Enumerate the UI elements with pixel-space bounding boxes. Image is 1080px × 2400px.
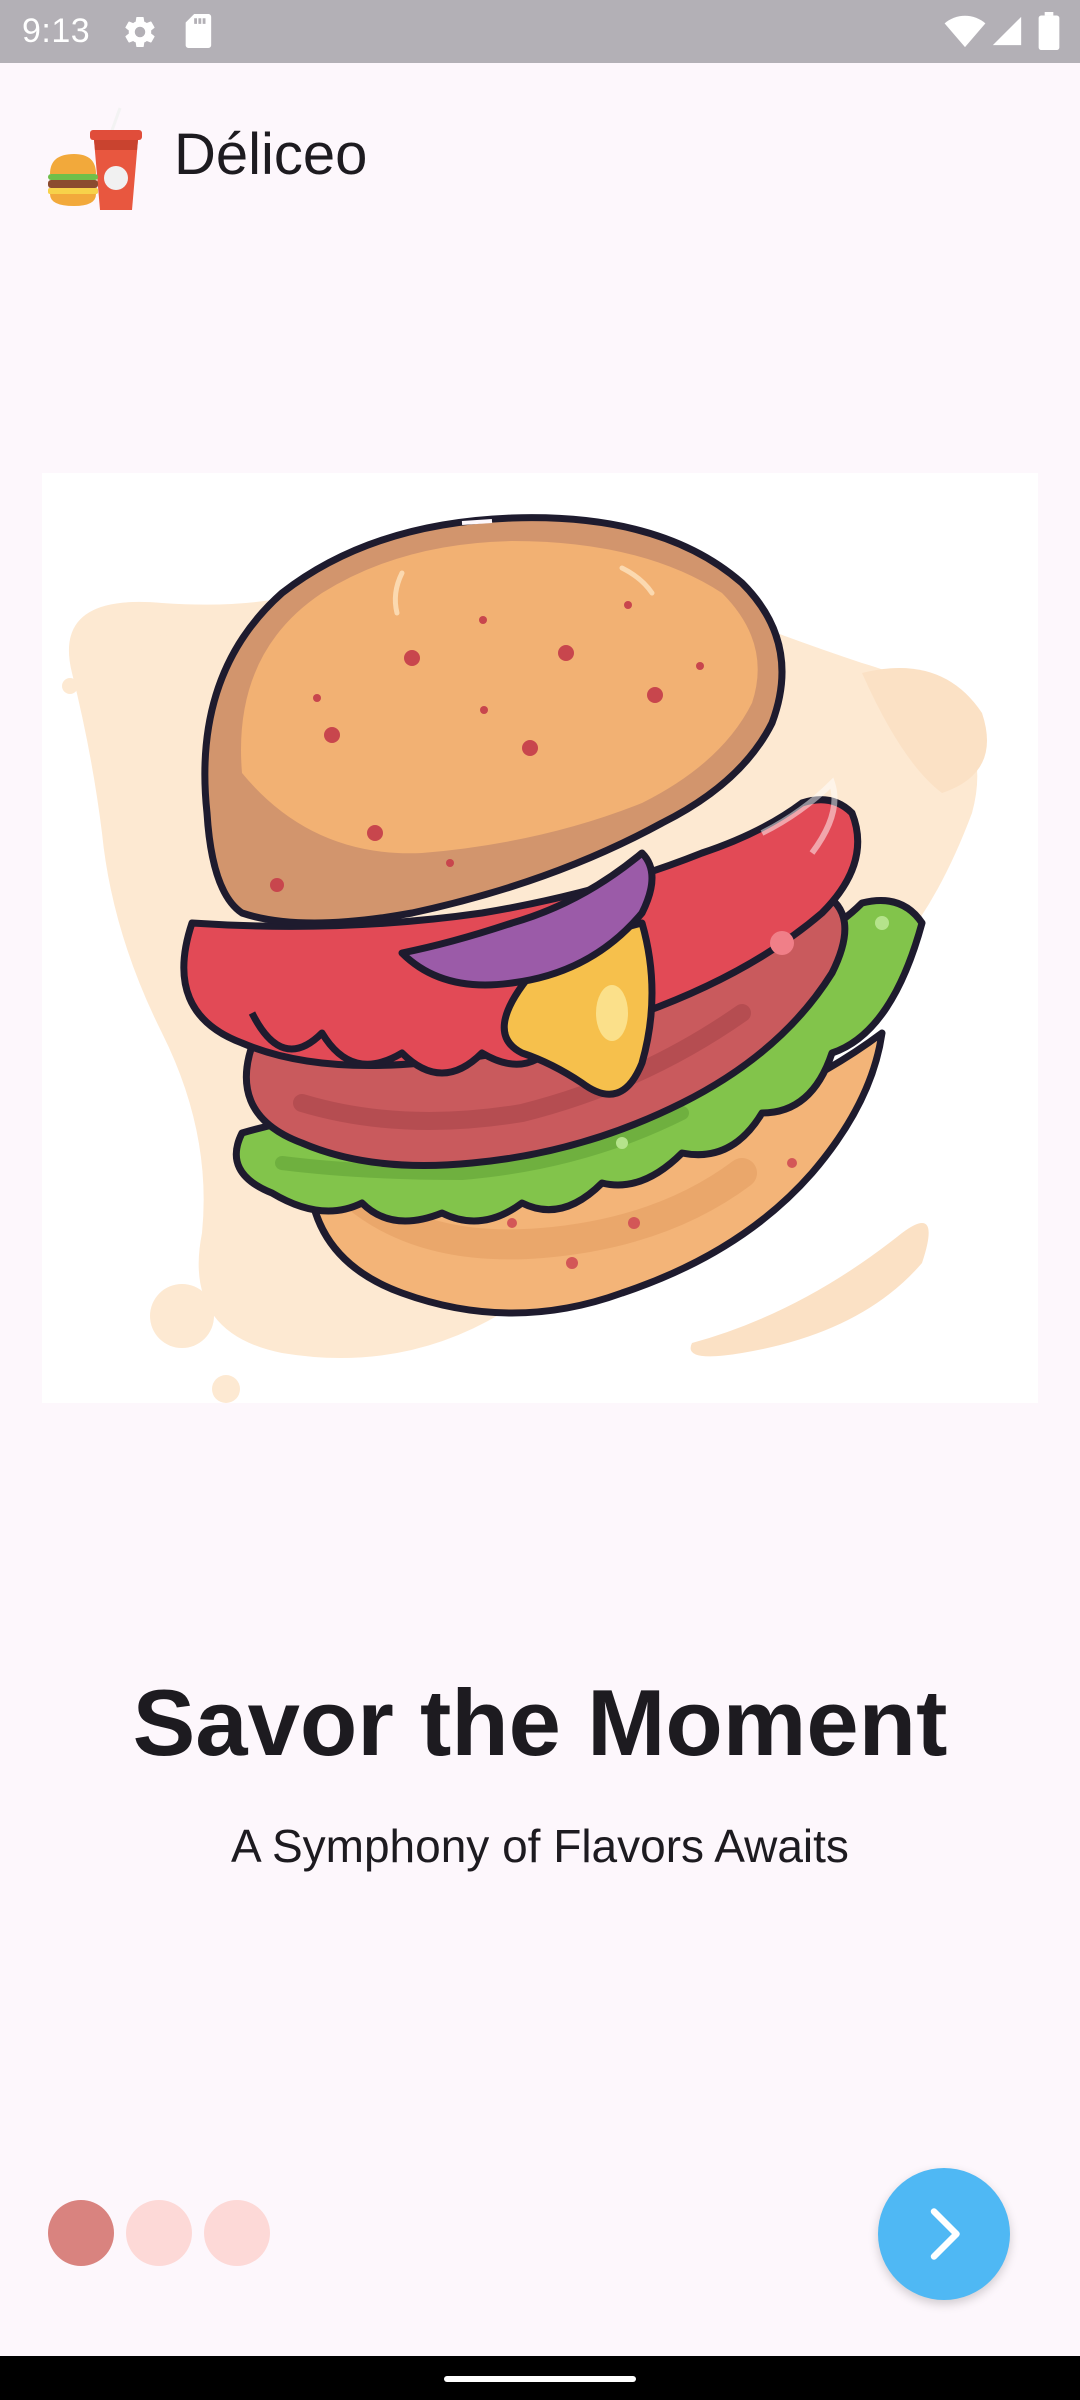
- status-time: 9:13: [22, 12, 91, 50]
- cell-signal-icon: [992, 16, 1022, 46]
- page-dot-3[interactable]: [204, 2200, 270, 2266]
- onboarding-headline: Savor the Moment: [132, 1670, 948, 1775]
- burger-illustration: [42, 473, 1038, 1403]
- app-logo-icon: [48, 107, 142, 210]
- battery-icon: [1038, 12, 1060, 50]
- onboarding-subheadline: A Symphony of Flavors Awaits: [231, 1820, 849, 1872]
- wifi-icon: [944, 15, 986, 48]
- page-dot-2[interactable]: [126, 2200, 192, 2266]
- system-navigation-bar: [0, 2356, 1080, 2400]
- sd-card-icon: [185, 14, 212, 48]
- app-title: Déliceo: [174, 122, 368, 187]
- page-dot-1[interactable]: [48, 2200, 114, 2266]
- home-gesture-handle[interactable]: [444, 2376, 636, 2382]
- status-bar: 9:13: [0, 0, 1080, 63]
- chevron-right-icon: [930, 2208, 960, 2260]
- next-button[interactable]: [878, 2168, 1010, 2300]
- gear-icon: [125, 17, 155, 48]
